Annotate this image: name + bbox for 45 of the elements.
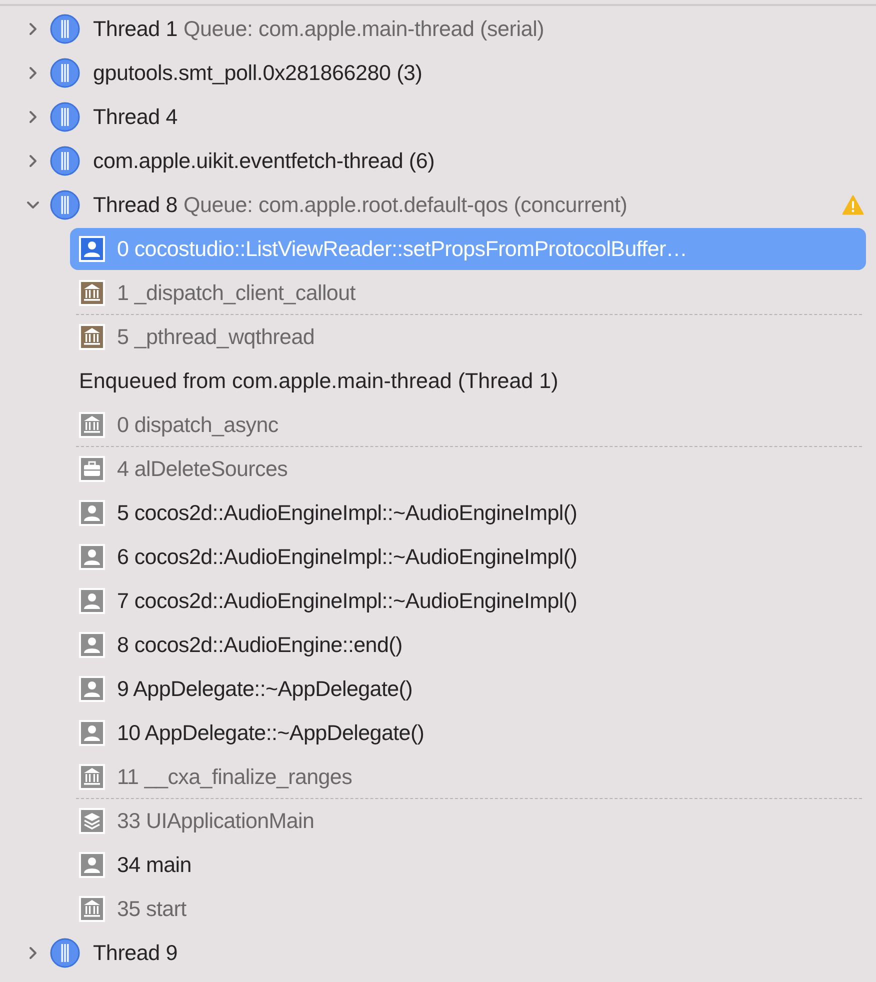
thread-name: Thread 4 — [93, 104, 178, 130]
frame-label: 10 AppDelegate::~AppDelegate() — [117, 720, 424, 746]
thread-icon — [50, 102, 80, 132]
thread-name: com.apple.uikit.eventfetch-thread (6) — [93, 148, 435, 174]
stack-frame-row[interactable]: 0 cocostudio::ListViewReader::setPropsFromProtocolBuffer… — [70, 228, 866, 270]
frame-label: 35 start — [117, 896, 186, 922]
frame-label: 1 _dispatch_client_callout — [117, 280, 356, 306]
frame-label: 5 cocos2d::AudioEngineImpl::~AudioEngineImpl() — [117, 500, 578, 526]
queue-label: Queue: com.apple.main-thread (serial) — [183, 16, 544, 42]
stack-frame-row[interactable]: 4 alDeleteSources — [70, 448, 866, 490]
stack-frame-row[interactable]: 9 AppDelegate::~AppDelegate() — [70, 668, 866, 710]
thread-name: Thread 1 — [93, 16, 178, 42]
stack-frame-row[interactable]: 34 main — [70, 844, 866, 886]
stack-frame-row[interactable]: 33 UIApplicationMain — [70, 800, 866, 842]
stack-frame-row[interactable]: 10 AppDelegate::~AppDelegate() — [70, 712, 866, 754]
frame-label: 6 cocos2d::AudioEngineImpl::~AudioEngineImpl() — [117, 544, 578, 570]
thread-icon — [50, 146, 80, 176]
queue-label: Queue: com.apple.root.default-qos (concurrent) — [183, 192, 628, 218]
frame-label: 8 cocos2d::AudioEngine::end() — [117, 632, 402, 658]
stack-frame-row[interactable]: 35 start — [70, 888, 866, 930]
stack-frame-row[interactable]: 8 cocos2d::AudioEngine::end() — [70, 624, 866, 666]
frame-label: 0 dispatch_async — [117, 412, 278, 438]
thread-icon — [50, 190, 80, 220]
stack-frame-row[interactable]: 1 _dispatch_client_callout — [70, 272, 866, 314]
stack-frame-row[interactable]: 5 _pthread_wqthread — [70, 316, 866, 358]
stack-frame-row[interactable]: 6 cocos2d::AudioEngineImpl::~AudioEngineImpl() — [70, 536, 866, 578]
thread-icon — [50, 14, 80, 44]
frame-label: 5 _pthread_wqthread — [117, 324, 315, 350]
thread-name: Thread 9 — [93, 940, 178, 966]
enqueued-label: Enqueued from com.apple.main-thread (Thread 1) — [79, 368, 558, 394]
frame-label: 4 alDeleteSources — [117, 456, 288, 482]
thread-icon — [50, 938, 80, 968]
thread-icon — [50, 58, 80, 88]
stack-frame-row[interactable]: 5 cocos2d::AudioEngineImpl::~AudioEngineImpl() — [70, 492, 866, 534]
frame-label: 33 UIApplicationMain — [117, 808, 314, 834]
thread-name: Thread 8 — [93, 192, 178, 218]
frame-label: 11 __cxa_finalize_ranges — [117, 764, 352, 790]
stack-frame-row[interactable]: 0 dispatch_async — [70, 404, 866, 446]
frame-label: 7 cocos2d::AudioEngineImpl::~AudioEngineImpl() — [117, 588, 578, 614]
frame-label: 0 cocostudio::ListViewReader::setPropsFromProtocolBuffer… — [117, 236, 688, 262]
frame-label: 34 main — [117, 852, 192, 878]
frame-label: 9 AppDelegate::~AppDelegate() — [117, 676, 413, 702]
stack-frame-row[interactable]: 7 cocos2d::AudioEngineImpl::~AudioEngineImpl() — [70, 580, 866, 622]
stack-frame-row[interactable]: 11 __cxa_finalize_ranges — [70, 756, 866, 798]
thread-name: gputools.smt_poll.0x281866280 (3) — [93, 60, 422, 86]
